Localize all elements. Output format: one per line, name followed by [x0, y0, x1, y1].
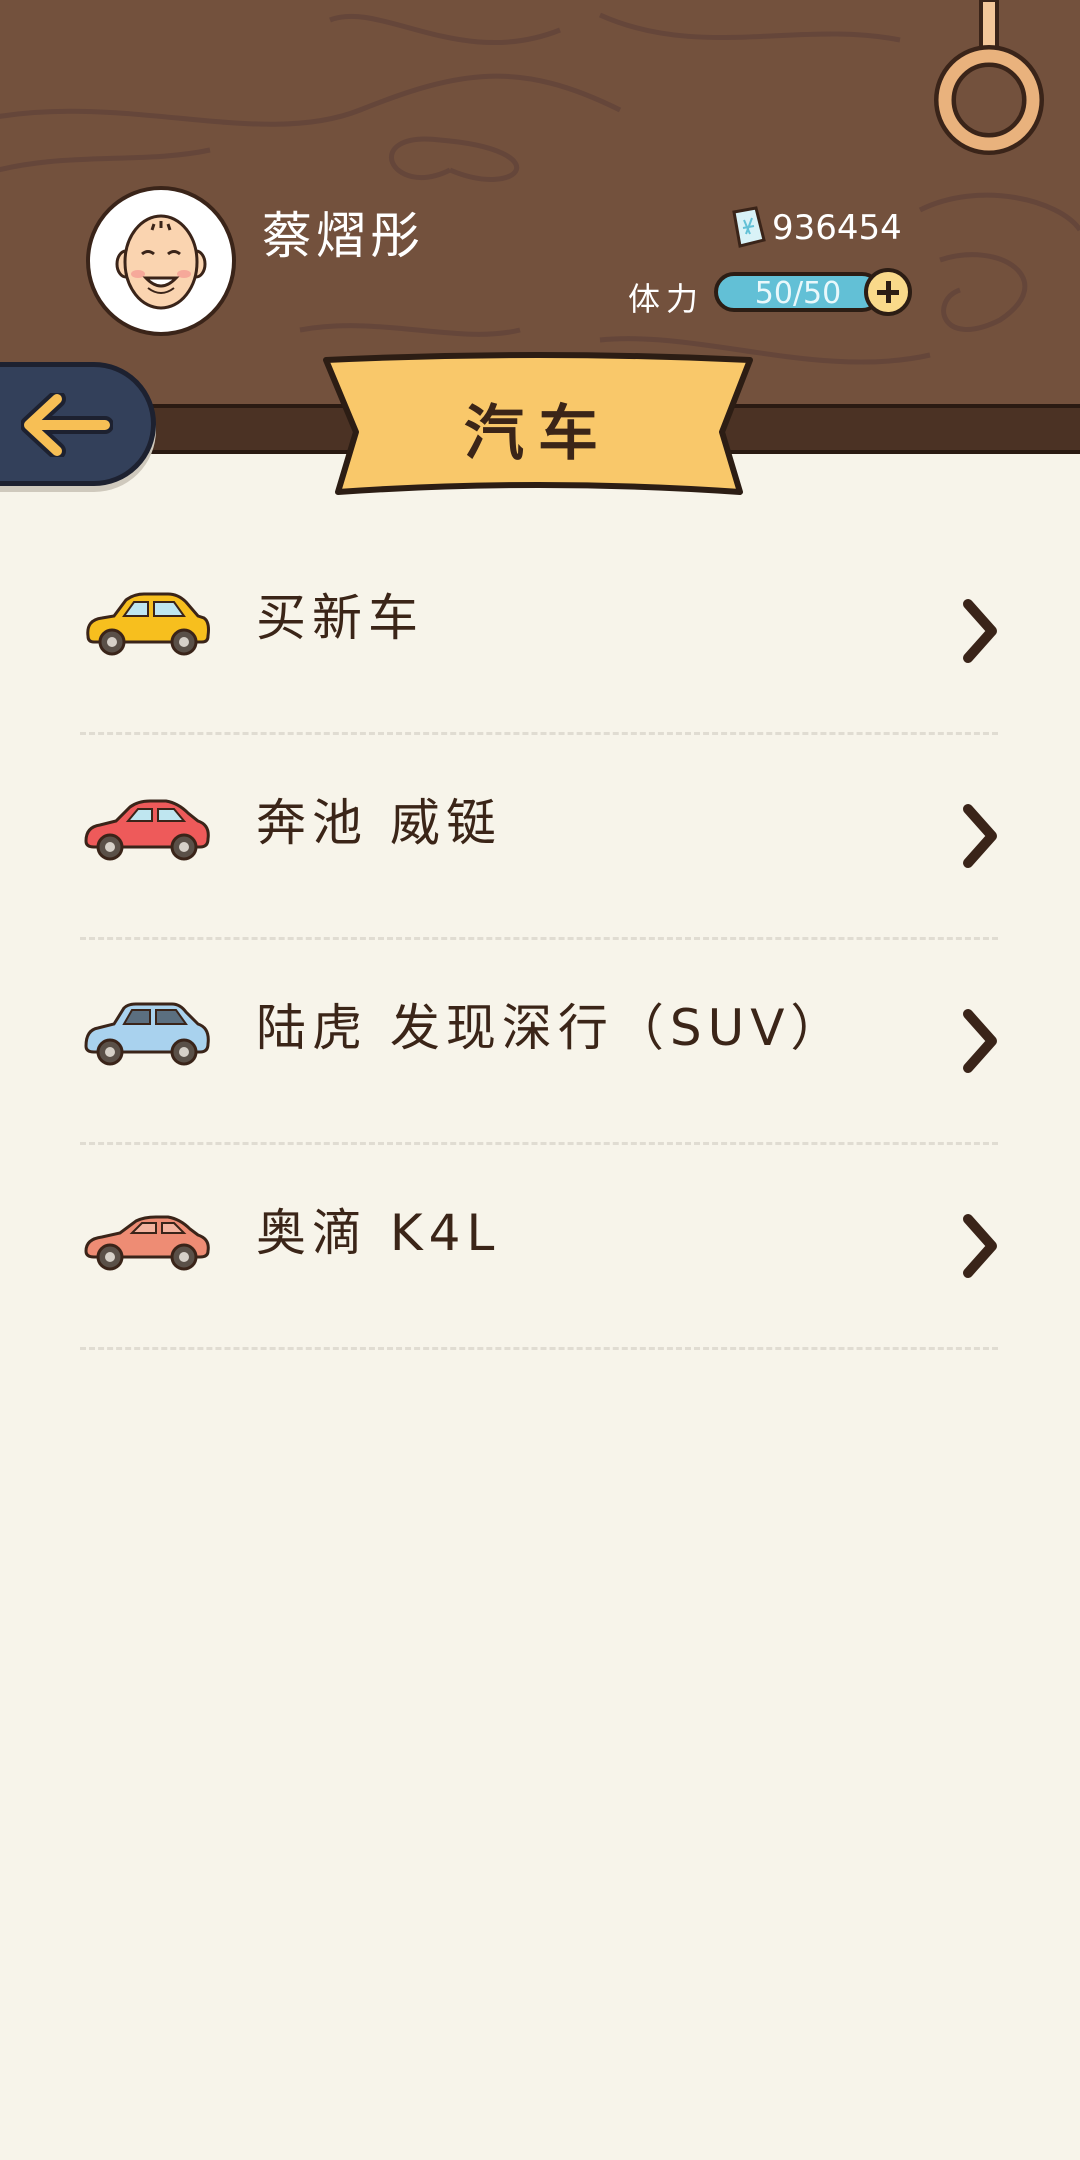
car-list: 买新车 奔池 威铤 陆虎 发现深行（SUV） 奥滴 K4L — [80, 530, 1000, 1350]
list-item-label: 陆虎 发现深行（SUV） — [256, 999, 847, 1057]
yellow-car-icon — [86, 592, 210, 656]
chevron-right-icon — [963, 1214, 997, 1278]
add-stamina-button[interactable] — [864, 268, 912, 316]
currency-value: 936454 — [772, 208, 902, 248]
list-item-aodi-k4l[interactable]: 奥滴 K4L — [80, 1145, 1000, 1350]
stamina-value: 50/50 — [754, 276, 842, 311]
player-avatar[interactable] — [86, 186, 236, 336]
list-item-luhu-suv[interactable]: 陆虎 发现深行（SUV） — [80, 940, 1000, 1145]
back-button[interactable] — [0, 362, 156, 486]
pull-ring-icon[interactable] — [930, 0, 1050, 160]
red-car-icon — [84, 799, 210, 861]
chevron-right-icon — [963, 599, 997, 663]
chevron-right-icon — [963, 1009, 997, 1073]
back-arrow-icon — [21, 393, 113, 457]
list-item-benchi-weiting[interactable]: 奔池 威铤 — [80, 735, 1000, 940]
list-item-label: 奔池 威铤 — [256, 794, 502, 852]
chevron-right-icon — [963, 804, 997, 868]
grandpa-face-icon — [115, 214, 207, 310]
blue-suv-icon — [84, 1002, 210, 1066]
list-item-label: 买新车 — [256, 589, 424, 647]
page-title: 汽车 — [464, 399, 612, 469]
list-item-buy-new-car[interactable]: 买新车 — [80, 530, 1000, 735]
list-item-label: 奥滴 K4L — [256, 1204, 501, 1262]
list-divider — [80, 1347, 998, 1350]
salmon-car-icon — [84, 1215, 210, 1271]
stamina-label: 体力 — [628, 280, 705, 318]
player-name: 蔡熠彤 — [262, 207, 424, 265]
money-bill-icon — [732, 206, 766, 248]
